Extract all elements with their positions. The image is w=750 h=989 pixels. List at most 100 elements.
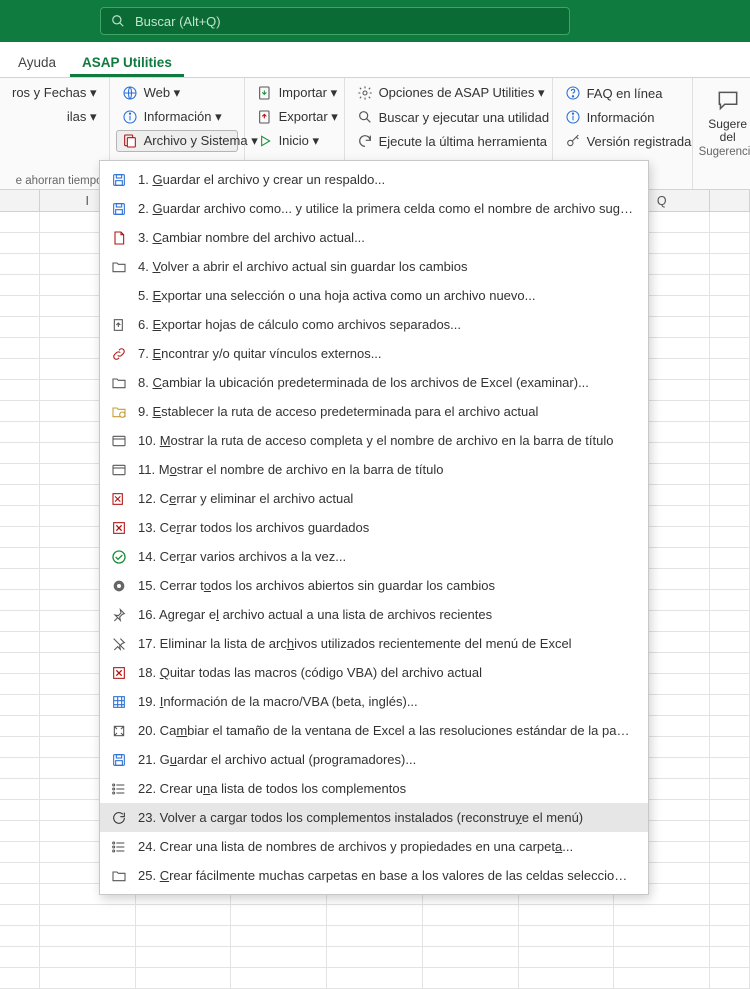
ribbon-btn-ejecute-ultima[interactable]: Ejecute la última herramienta <box>351 130 546 152</box>
blank-icon <box>110 287 128 305</box>
menu-item-5[interactable]: 5. Exportar una selección o una hoja act… <box>100 281 648 310</box>
menu-item-label: 3. Cambiar nombre del archivo actual... <box>138 230 634 245</box>
ribbon-btn-opciones[interactable]: Opciones de ASAP Utilities ▾ <box>351 82 546 104</box>
archivo-sistema-menu: 1. Guardar el archivo y crear un respald… <box>99 160 649 895</box>
info-icon <box>122 109 138 125</box>
pin-icon <box>110 606 128 624</box>
menu-item-18[interactable]: 18. Quitar todas las macros (código VBA)… <box>100 658 648 687</box>
menu-item-label: 16. Agregar el archivo actual a una list… <box>138 607 634 622</box>
ribbon-btn-importar[interactable]: Importar ▾ <box>251 82 338 104</box>
close-icon <box>110 519 128 537</box>
help-icon <box>565 85 581 101</box>
menu-item-10[interactable]: 10. Mostrar la ruta de acceso completa y… <box>100 426 648 455</box>
ribbon-btn-version[interactable]: Versión registrada <box>559 130 686 152</box>
search-input[interactable]: Buscar (Alt+Q) <box>100 7 570 35</box>
menu-item-22[interactable]: 22. Crear una lista de todos los complem… <box>100 774 648 803</box>
menu-item-20[interactable]: 20. Cambiar el tamaño de la ventana de E… <box>100 716 648 745</box>
play-icon <box>257 133 273 149</box>
menu-item-2[interactable]: 2. Guardar archivo como... y utilice la … <box>100 194 648 223</box>
menu-item-19[interactable]: 19. Información de la macro/VBA (beta, i… <box>100 687 648 716</box>
unpin-icon <box>110 635 128 653</box>
menu-item-label: 20. Cambiar el tamaño de la ventana de E… <box>138 723 634 738</box>
menu-item-7[interactable]: 7. Encontrar y/o quitar vínculos externo… <box>100 339 648 368</box>
tab-ayuda[interactable]: Ayuda <box>6 47 68 77</box>
menu-item-11[interactable]: 11. Mostrar el nombre de archivo en la b… <box>100 455 648 484</box>
ribbon-btn-informacion[interactable]: Información ▾ <box>116 106 238 128</box>
grid-icon <box>110 693 128 711</box>
menu-item-label: 5. Exportar una selección o una hoja act… <box>138 288 634 303</box>
file-system-icon <box>122 133 138 149</box>
menu-item-4[interactable]: 4. Volver a abrir el archivo actual sin … <box>100 252 648 281</box>
close-icon <box>110 664 128 682</box>
folder-set-icon <box>110 403 128 421</box>
save-icon <box>110 200 128 218</box>
ribbon-btn-faq[interactable]: FAQ en línea <box>559 82 686 104</box>
menu-item-label: 23. Volver a cargar todos los complement… <box>138 810 634 825</box>
menu-item-label: 25. Crear fácilmente muchas carpetas en … <box>138 868 634 883</box>
save-icon <box>110 171 128 189</box>
menu-item-23[interactable]: 23. Volver a cargar todos los complement… <box>100 803 648 832</box>
menu-item-16[interactable]: 16. Agregar el archivo actual a una list… <box>100 600 648 629</box>
menu-item-15[interactable]: 15. Cerrar todos los archivos abiertos s… <box>100 571 648 600</box>
menu-item-13[interactable]: 13. Cerrar todos los archivos guardados <box>100 513 648 542</box>
menu-item-6[interactable]: 6. Exportar hojas de cálculo como archiv… <box>100 310 648 339</box>
menu-item-label: 17. Eliminar la lista de archivos utiliz… <box>138 636 634 651</box>
menu-item-1[interactable]: 1. Guardar el archivo y crear un respald… <box>100 165 648 194</box>
column-header[interactable] <box>710 190 750 211</box>
list-icon <box>110 838 128 856</box>
menu-item-label: 11. Mostrar el nombre de archivo en la b… <box>138 462 634 477</box>
save-icon <box>110 751 128 769</box>
ribbon-btn-sugerencias[interactable]: Sugere del <box>699 82 750 144</box>
ribbon-group-caption-sugerencia: Sugerencia <box>699 144 750 158</box>
ribbon-btn-inicio[interactable]: Inicio ▾ <box>251 130 338 152</box>
expand-icon <box>110 722 128 740</box>
menu-item-label: 6. Exportar hojas de cálculo como archiv… <box>138 317 634 332</box>
menu-item-21[interactable]: 21. Guardar el archivo actual (programad… <box>100 745 648 774</box>
menu-item-label: 22. Crear una lista de todos los complem… <box>138 781 634 796</box>
export-icon <box>110 316 128 334</box>
search-icon <box>111 14 125 28</box>
menu-item-label: 12. Cerrar y eliminar el archivo actual <box>138 491 634 506</box>
close-del-icon <box>110 490 128 508</box>
menu-item-25[interactable]: 25. Crear fácilmente muchas carpetas en … <box>100 861 648 890</box>
menu-item-24[interactable]: 24. Crear una lista de nombres de archiv… <box>100 832 648 861</box>
ribbon-btn-archivo-sistema[interactable]: Archivo y Sistema ▾ <box>116 130 238 152</box>
export-icon <box>257 109 273 125</box>
menu-item-9[interactable]: 9. Establecer la ruta de acceso predeter… <box>100 397 648 426</box>
menu-item-label: 2. Guardar archivo como... y utilice la … <box>138 201 634 216</box>
folder-icon <box>110 258 128 276</box>
gear-icon <box>357 85 373 101</box>
search-placeholder: Buscar (Alt+Q) <box>135 14 221 29</box>
ribbon-btn-exportar[interactable]: Exportar ▾ <box>251 106 338 128</box>
menu-item-label: 14. Cerrar varios archivos a la vez... <box>138 549 634 564</box>
menu-item-8[interactable]: 8. Cambiar la ubicación predeterminada d… <box>100 368 648 397</box>
menu-item-label: 19. Información de la macro/VBA (beta, i… <box>138 694 634 709</box>
menu-item-label: 1. Guardar el archivo y crear un respald… <box>138 172 634 187</box>
search-icon <box>357 109 373 125</box>
check-icon <box>110 548 128 566</box>
menu-item-label: 9. Establecer la ruta de acceso predeter… <box>138 404 634 419</box>
menu-item-label: 7. Encontrar y/o quitar vínculos externo… <box>138 346 634 361</box>
menu-item-17[interactable]: 17. Eliminar la lista de archivos utiliz… <box>100 629 648 658</box>
reload-icon <box>110 809 128 827</box>
menu-item-3[interactable]: 3. Cambiar nombre del archivo actual... <box>100 223 648 252</box>
chat-icon <box>713 88 743 114</box>
ribbon-btn-buscar-utilidad[interactable]: Buscar y ejecutar una utilidad <box>351 106 546 128</box>
tab-asap-utilities[interactable]: ASAP Utilities <box>70 47 184 77</box>
menu-item-label: 24. Crear una lista de nombres de archiv… <box>138 839 634 854</box>
column-header[interactable] <box>0 190 40 211</box>
menu-item-label: 10. Mostrar la ruta de acceso completa y… <box>138 433 634 448</box>
menu-item-12[interactable]: 12. Cerrar y eliminar el archivo actual <box>100 484 648 513</box>
tab-strip: Ayuda ASAP Utilities <box>0 42 750 78</box>
list-icon <box>110 780 128 798</box>
doc-icon <box>110 229 128 247</box>
link-icon <box>110 345 128 363</box>
ribbon-btn-web[interactable]: Web ▾ <box>116 82 238 104</box>
import-icon <box>257 85 273 101</box>
info-icon <box>565 109 581 125</box>
ribbon-btn-numeros-fechas[interactable]: ros y Fechas ▾ <box>6 82 103 104</box>
ribbon-btn-informacion2[interactable]: Información <box>559 106 686 128</box>
menu-item-label: 15. Cerrar todos los archivos abiertos s… <box>138 578 634 593</box>
menu-item-14[interactable]: 14. Cerrar varios archivos a la vez... <box>100 542 648 571</box>
ribbon-btn-filas[interactable]: ilas ▾ <box>61 106 103 128</box>
